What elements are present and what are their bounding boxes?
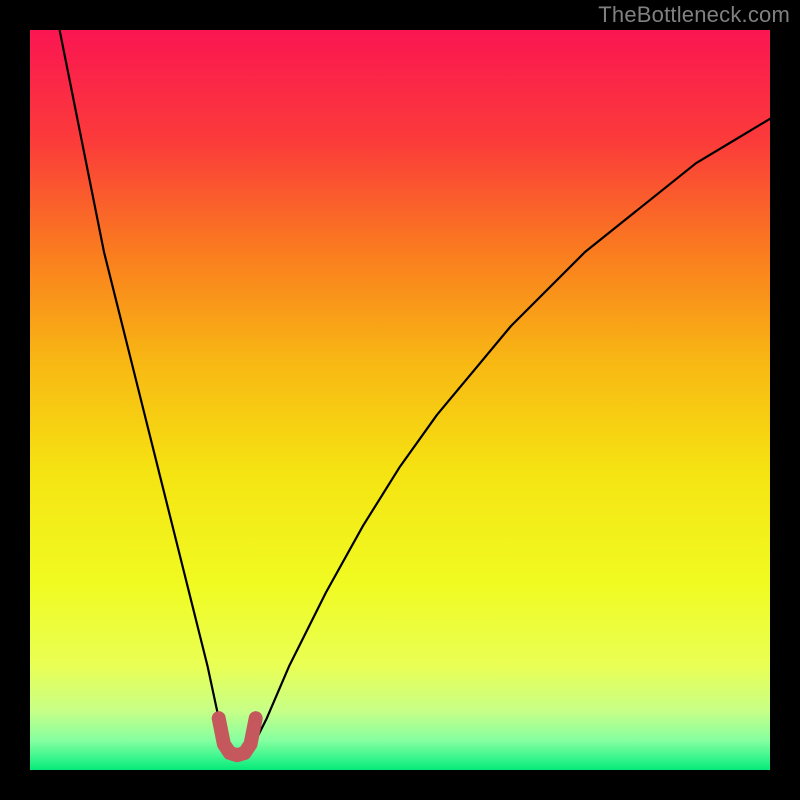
watermark-text: TheBottleneck.com (598, 2, 790, 28)
chart-frame: TheBottleneck.com (0, 0, 800, 800)
bottleneck-curve (60, 30, 770, 755)
chart-curves (30, 30, 770, 770)
valley-highlight (219, 718, 256, 755)
chart-plot-area (30, 30, 770, 770)
